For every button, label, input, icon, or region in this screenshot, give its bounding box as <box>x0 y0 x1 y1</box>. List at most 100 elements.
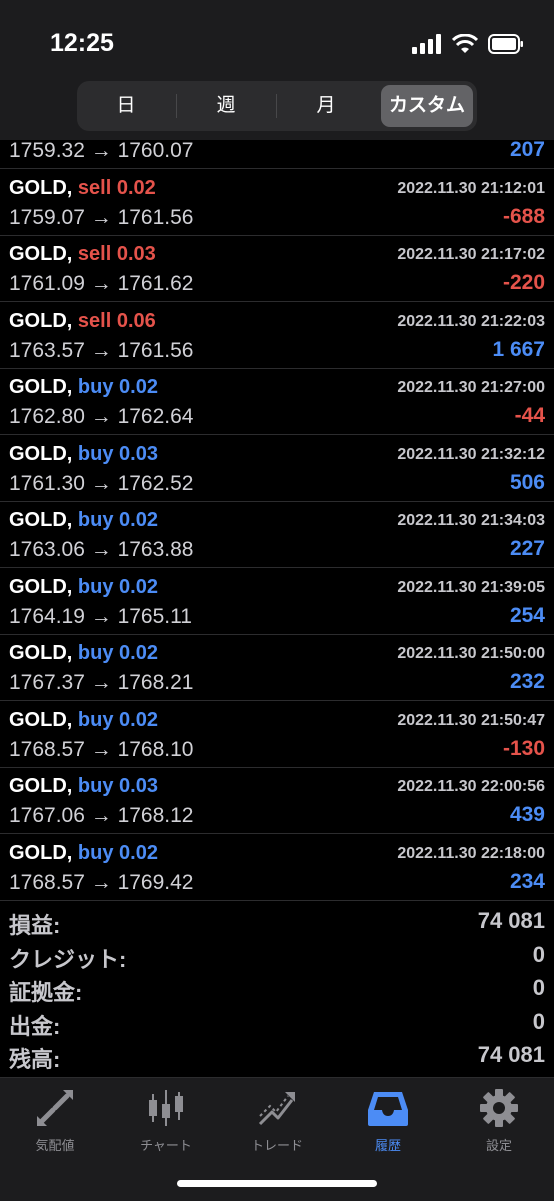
tab-history[interactable]: 履歴 <box>333 1086 443 1154</box>
gear-icon <box>480 1089 518 1127</box>
trade-prices: 1764.19 → 1765.11 <box>9 604 192 628</box>
summary-row: 残高: 74 081 <box>0 1040 554 1073</box>
trade-time: 2022.11.30 21:50:47 <box>397 711 545 729</box>
summary-label: 証拠金: <box>9 980 83 1005</box>
trade-side: buy <box>77 442 114 465</box>
trade-symbol: GOLD, <box>9 442 73 465</box>
trade-prices: 1768.57 → 1768.10 <box>9 737 194 761</box>
inbox-icon <box>368 1092 408 1126</box>
trade-time: 2022.11.30 22:00:56 <box>397 778 545 795</box>
trade-symbol: GOLD, <box>9 509 73 531</box>
signal-icon <box>412 34 441 54</box>
trade-time: 2022.11.30 21:34:03 <box>397 512 545 529</box>
summary-value: 0 <box>532 975 545 1000</box>
tab-label: チャート <box>140 1138 192 1153</box>
summary-label: 残高: <box>9 1047 61 1072</box>
tab-label: 履歴 <box>374 1138 401 1153</box>
summary-value: 74 081 <box>477 1042 545 1067</box>
trade-profit: 254 <box>509 603 545 627</box>
trade-profit: 227 <box>509 537 545 560</box>
trade-profit: 232 <box>509 670 545 693</box>
trade-prices: 1759.32 → 1760.07 <box>9 139 194 162</box>
trade-row[interactable]: GOLD, sell 0.06 2022.11.30 21:22:03 1763.5… <box>0 302 554 369</box>
trade-time: 2022.11.30 21:12:01 <box>397 179 545 197</box>
trade-profit: -130 <box>502 736 545 760</box>
trade-profit: 234 <box>509 869 545 893</box>
summary-value: 74 081 <box>477 908 545 933</box>
trade-time: 2022.11.30 21:17:02 <box>397 246 545 263</box>
trade-side: buy <box>77 376 114 398</box>
trade-title: GOLD, buy 0.02 <box>9 576 158 599</box>
trade-row[interactable]: GOLD, buy 0.03 2022.11.30 22:00:56 1767.06… <box>0 767 554 834</box>
trade-row[interactable]: GOLD, buy 0.02 2022.11.30 22:18:00 1768.57… <box>0 834 554 901</box>
trade-symbol: GOLD, <box>9 176 73 199</box>
status-bar: 12:25 <box>0 0 554 80</box>
trade-row[interactable]: GOLD, buy 0.02 2022.11.30 21:39:05 1764.19… <box>0 568 554 635</box>
trade-row[interactable]: GOLD, sell 0.02 2022.11.30 21:12:01 1759.0… <box>0 169 554 236</box>
trade-volume: 0.02 <box>119 509 158 531</box>
trade-time: 2022.11.30 22:18:00 <box>397 844 545 862</box>
trade-row[interactable]: GOLD, buy 0.02 2022.11.30 21:50:00 1767.37… <box>0 634 554 701</box>
summary-row: 出金: 0 <box>0 1007 554 1040</box>
trade-row[interactable]: 1759.32 → 1760.07 207 <box>0 102 554 169</box>
trade-row[interactable]: GOLD, buy 0.03 2022.11.30 21:32:12 1761.30… <box>0 435 554 502</box>
trade-symbol: GOLD, <box>9 376 73 398</box>
trade-row[interactable]: GOLD, sell 0.03 2022.11.30 21:17:02 1761.0… <box>0 235 554 302</box>
trade-row[interactable]: GOLD, buy 0.02 2022.11.30 21:34:03 1763.06… <box>0 501 554 568</box>
trade-volume: 0.06 <box>116 309 156 332</box>
trade-profit: 207 <box>509 138 545 161</box>
trade-time: 2022.11.30 21:22:03 <box>397 312 545 330</box>
trade-symbol: GOLD, <box>9 575 73 598</box>
trade-volume: 0.03 <box>119 775 158 797</box>
trade-title: GOLD, sell 0.06 <box>9 310 156 333</box>
tab-chart[interactable]: チャート <box>111 1086 221 1154</box>
trade-profit: -688 <box>502 204 545 228</box>
tab-settings[interactable]: 設定 <box>444 1086 554 1154</box>
trade-title: GOLD, buy 0.02 <box>9 709 158 732</box>
tab-label: トレード <box>250 1138 303 1153</box>
trade-symbol: GOLD, <box>9 243 73 265</box>
tab-label: 設定 <box>485 1138 512 1153</box>
battery-icon <box>488 34 523 54</box>
trade-title: GOLD, buy 0.02 <box>9 509 158 532</box>
arrows-icon <box>37 1090 73 1126</box>
trade-profit: -44 <box>514 404 545 427</box>
trade-volume: 0.02 <box>119 376 158 398</box>
summary-label: クレジット: <box>9 946 127 972</box>
trade-row[interactable]: GOLD, buy 0.02 2022.11.30 21:27:00 1762.80… <box>0 368 554 435</box>
trade-profit: 1 667 <box>492 337 545 361</box>
trade-title: GOLD, buy 0.02 <box>9 642 158 665</box>
trade-side: buy <box>77 775 114 797</box>
tab-label: 気配値 <box>35 1138 75 1153</box>
trade-volume: 0.02 <box>119 841 158 864</box>
trade-time: 2022.11.30 21:50:00 <box>397 645 545 662</box>
trade-profit: 506 <box>509 470 545 494</box>
trend-icon <box>258 1092 295 1126</box>
trade-prices: 1767.06 → 1768.12 <box>9 804 194 827</box>
summary-label: 損益: <box>9 913 61 938</box>
summary-row: 損益: 74 081 <box>0 906 554 939</box>
trade-row[interactable]: GOLD, buy 0.02 2022.11.30 21:50:47 1768.57… <box>0 701 554 768</box>
trade-title: GOLD, buy 0.03 <box>9 775 158 798</box>
status-icons <box>412 34 524 54</box>
trade-prices: 1759.07 → 1761.56 <box>9 205 194 229</box>
trade-profit: -220 <box>502 271 545 294</box>
trade-prices: 1761.09 → 1761.62 <box>9 272 194 295</box>
trade-title: GOLD, buy 0.03 <box>9 443 158 466</box>
trade-title: GOLD, buy 0.02 <box>9 376 158 399</box>
trade-side: sell <box>77 309 112 332</box>
candlestick-icon <box>149 1090 183 1126</box>
tab-trade[interactable]: トレード <box>222 1086 332 1154</box>
trade-side: buy <box>77 575 114 598</box>
trade-profit: 439 <box>509 803 545 826</box>
trade-prices: 1761.30 → 1762.52 <box>9 471 194 495</box>
trade-time: 2022.11.30 21:27:00 <box>397 379 545 396</box>
wifi-icon <box>452 34 478 53</box>
home-indicator[interactable] <box>177 1180 377 1187</box>
trade-side: sell <box>77 176 112 199</box>
trade-symbol: GOLD, <box>9 309 73 332</box>
trade-title: GOLD, sell 0.03 <box>9 243 156 266</box>
trade-volume: 0.03 <box>119 442 158 465</box>
tab-quotes[interactable]: 気配値 <box>0 1086 110 1154</box>
trade-side: buy <box>77 509 114 531</box>
